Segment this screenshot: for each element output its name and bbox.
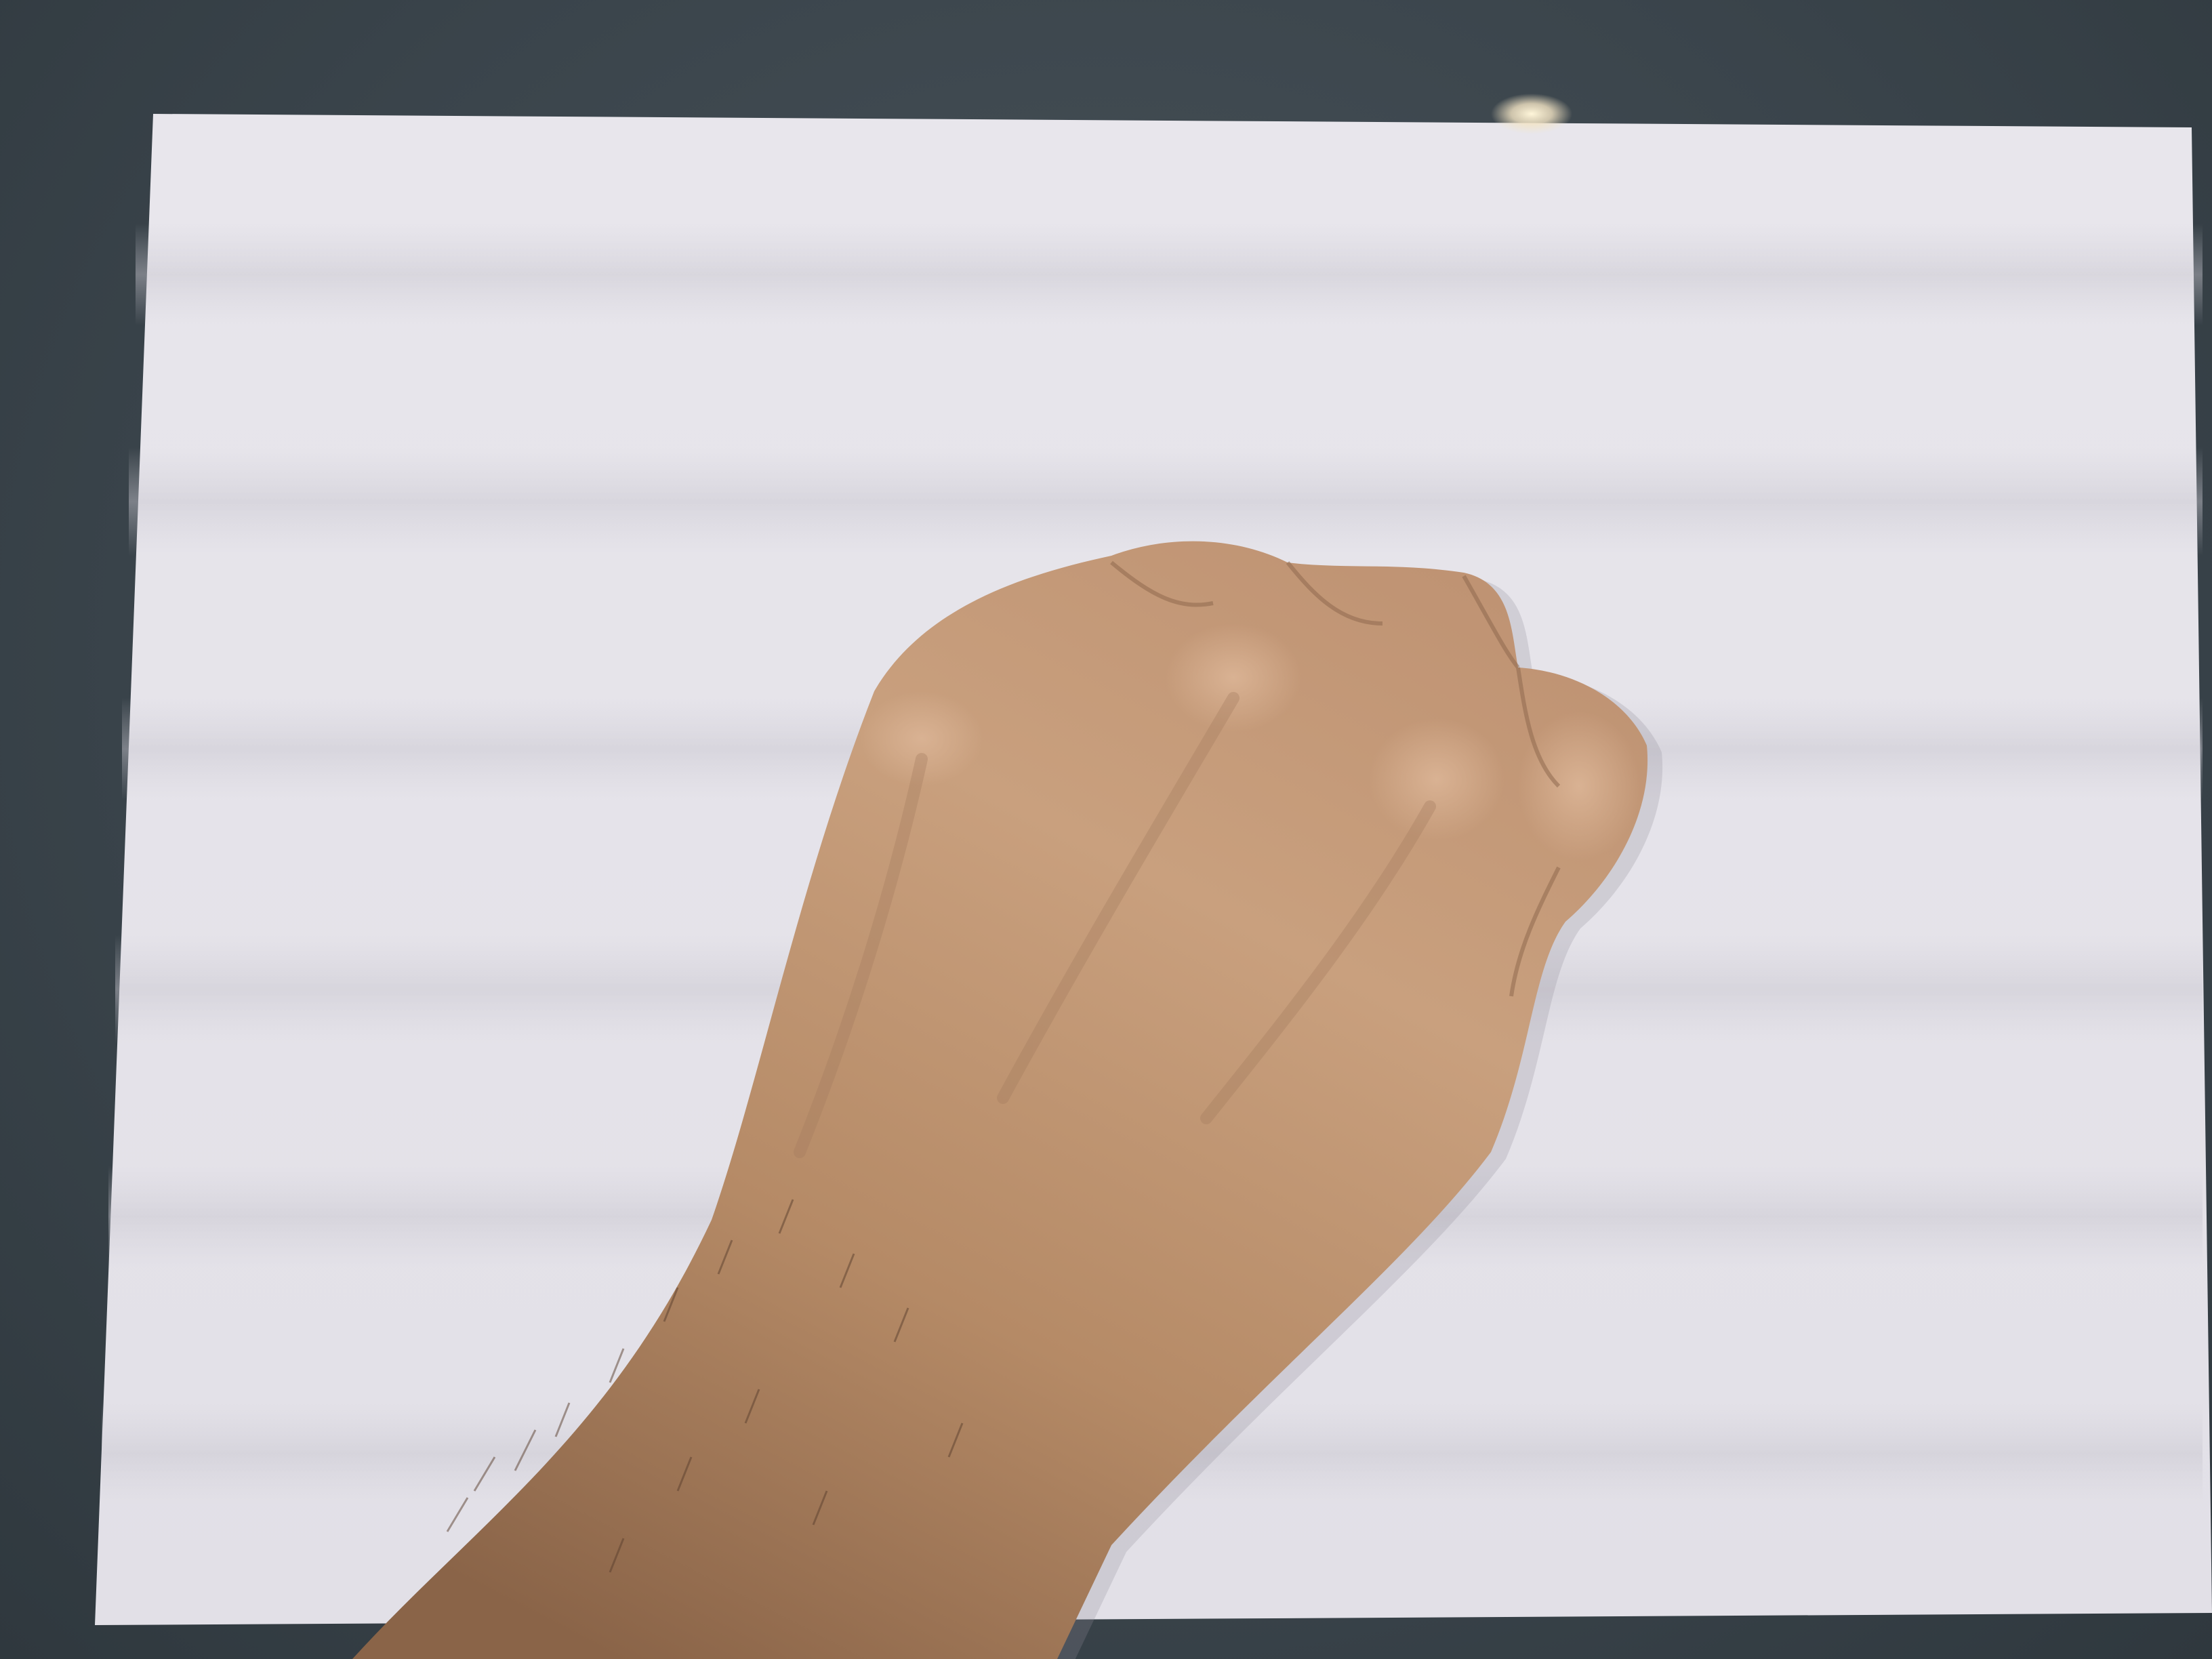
- photo-scene: [0, 0, 2212, 1659]
- photo-canvas: [95, 94, 2212, 1659]
- light-glare: [1491, 94, 1572, 134]
